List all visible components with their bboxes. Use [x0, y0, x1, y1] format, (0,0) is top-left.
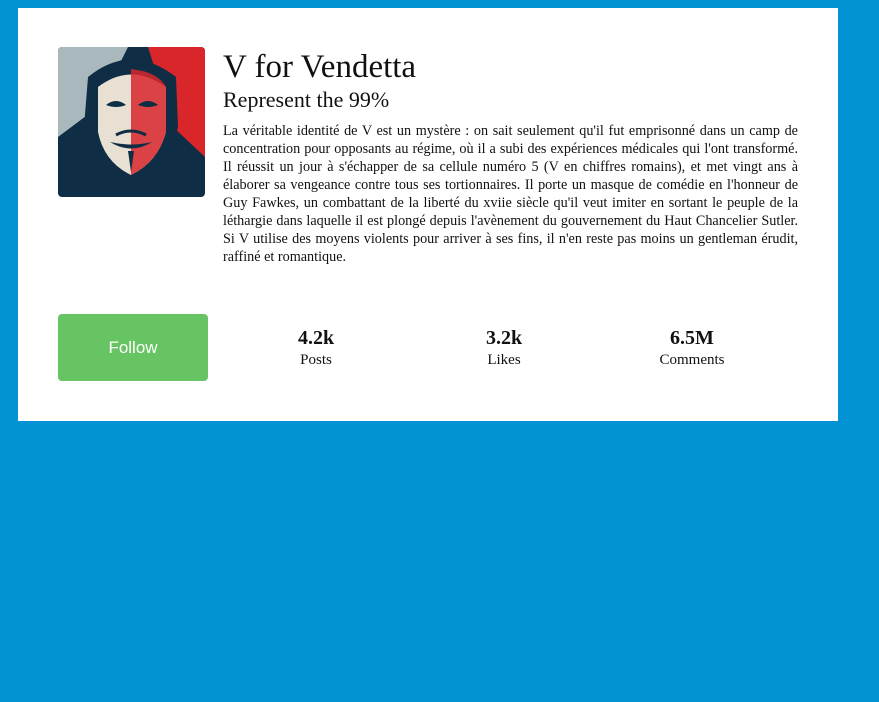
profile-bio: La véritable identité de V est un mystèr… — [223, 123, 798, 266]
stat-value: 4.2k — [297, 327, 335, 349]
stat-posts: 4.2k Posts — [246, 327, 386, 371]
guy-fawkes-mask-icon — [58, 47, 205, 197]
stat-comments: 6.5M Comments — [622, 327, 762, 371]
profile-name: V for Vendetta — [223, 49, 417, 85]
stat-value: 3.2k — [485, 327, 523, 349]
stat-label: Comments — [659, 352, 725, 368]
stat-label: Posts — [300, 352, 332, 368]
stat-likes: 3.2k Likes — [434, 327, 574, 371]
stat-value: 6.5M — [670, 327, 714, 349]
profile-card: V for Vendetta Represent the 99% La véri… — [18, 8, 838, 421]
follow-button[interactable]: Follow — [58, 314, 208, 381]
profile-tagline: Represent the 99% — [223, 87, 390, 112]
stat-label: Likes — [487, 352, 521, 368]
avatar — [58, 47, 205, 197]
